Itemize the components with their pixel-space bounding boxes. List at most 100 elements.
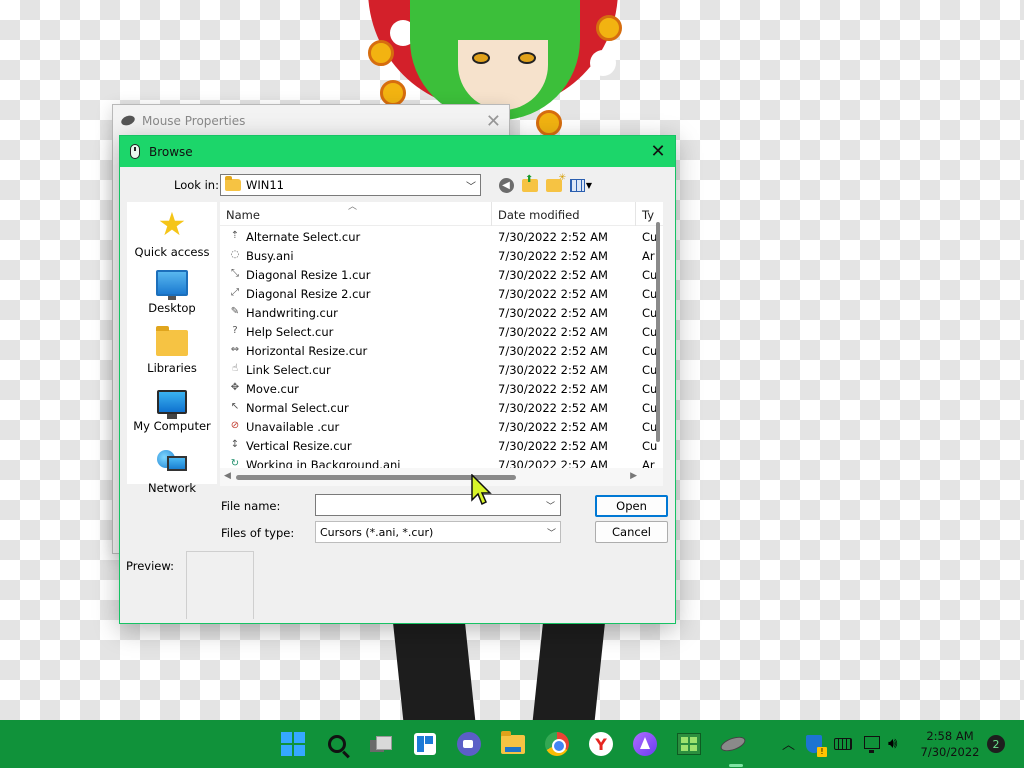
file-date: 7/30/2022 2:52 AM — [498, 230, 608, 244]
look-in-label: Look in: — [174, 178, 219, 192]
file-row[interactable]: ⊘ Unavailable .cur 7/30/2022 2:52 AM Cu — [220, 417, 663, 436]
task-view-button[interactable] — [367, 730, 395, 758]
list-header: ︿ Name Date modified Ty — [220, 202, 663, 226]
file-date: 7/30/2022 2:52 AM — [498, 325, 608, 339]
keyboard-icon[interactable] — [834, 738, 852, 750]
file-row[interactable]: ◌ Busy.ani 7/30/2022 2:52 AM Ar — [220, 246, 663, 265]
chrome-icon — [545, 732, 569, 756]
view-menu-button[interactable]: ▼ — [568, 175, 594, 195]
file-row[interactable]: ⤢ Diagonal Resize 2.cur 7/30/2022 2:52 AM C… — [220, 284, 663, 303]
libraries-icon — [156, 326, 188, 356]
look-in-value: WIN11 — [246, 178, 284, 192]
cancel-button[interactable]: Cancel — [595, 521, 668, 543]
active-app-indicator — [729, 764, 743, 767]
file-row[interactable]: ✎ Handwriting.cur 7/30/2022 2:52 AM Cu — [220, 303, 663, 322]
search-button[interactable] — [323, 730, 351, 758]
scroll-left-icon[interactable]: ◀ — [224, 471, 231, 481]
cursor-file-icon: ↕ — [230, 439, 240, 450]
chevron-down-icon: ﹀ — [546, 529, 556, 539]
widgets-button[interactable] — [411, 730, 439, 758]
look-in-row: Look in: WIN11 ﹀ ◀ ▼ — [120, 173, 675, 197]
file-date: 7/30/2022 2:52 AM — [498, 363, 608, 377]
close-icon[interactable]: ✕ — [486, 111, 501, 132]
cursor-file-icon: ◌ — [230, 249, 240, 260]
windows-app-button[interactable] — [675, 730, 703, 758]
system-clock[interactable]: 2:58 AM 7/30/2022 — [918, 728, 982, 760]
yandex-browser-button[interactable]: Y — [587, 730, 615, 758]
up-one-level-button[interactable] — [520, 174, 540, 195]
place-libraries[interactable]: Libraries — [127, 326, 217, 375]
place-label: Desktop — [148, 301, 196, 315]
folder-up-icon — [522, 174, 538, 192]
close-button[interactable]: ✕ — [641, 136, 675, 167]
cursor-file-icon: ✎ — [230, 306, 240, 317]
alice-assistant-button[interactable] — [631, 730, 659, 758]
look-in-dropdown[interactable]: WIN11 ﹀ — [220, 174, 481, 196]
file-date: 7/30/2022 2:52 AM — [498, 382, 608, 396]
preview-box — [186, 551, 254, 619]
column-divider[interactable] — [491, 202, 492, 226]
place-desktop[interactable]: Desktop — [127, 266, 217, 315]
column-header-type[interactable]: Ty — [642, 208, 654, 222]
file-row[interactable]: ✥ Move.cur 7/30/2022 2:52 AM Cu — [220, 379, 663, 398]
sort-ascending-icon: ︿ — [348, 202, 358, 212]
file-name: Link Select.cur — [246, 363, 331, 377]
place-label: Quick access — [134, 245, 210, 259]
mouse-properties-titlebar[interactable]: Mouse Properties ✕ — [113, 105, 509, 136]
file-explorer-icon — [501, 730, 525, 754]
file-row[interactable]: ⤡ Diagonal Resize 1.cur 7/30/2022 2:52 AM C… — [220, 265, 663, 284]
file-date: 7/30/2022 2:52 AM — [498, 287, 608, 301]
file-explorer-button[interactable] — [499, 730, 527, 758]
file-name-input[interactable] — [315, 494, 561, 516]
scroll-right-icon[interactable]: ▶ — [630, 471, 637, 481]
file-name: Move.cur — [246, 382, 299, 396]
notification-badge[interactable]: 2 — [987, 735, 1005, 753]
place-network[interactable]: Network — [127, 446, 217, 495]
dialog-title: Browse — [149, 144, 193, 159]
column-header-date[interactable]: Date modified — [498, 208, 580, 222]
wallpaper-dot — [590, 50, 616, 76]
navigation-toolbar: ◀ ▼ — [496, 173, 594, 195]
place-label: Network — [147, 481, 197, 495]
new-folder-button[interactable] — [544, 173, 566, 195]
files-of-type-dropdown[interactable]: Cursors (*.ani, *.cur) ﹀ — [315, 521, 561, 543]
chevron-up-icon[interactable]: ︿ — [782, 734, 795, 753]
windows-logo-icon — [677, 733, 701, 755]
column-header-name[interactable]: Name — [226, 208, 260, 222]
volume-icon[interactable]: 🔊︎ — [888, 734, 897, 752]
horizontal-scrollbar[interactable]: ◀ ▶ — [220, 468, 663, 486]
network-icon — [157, 450, 187, 476]
file-row[interactable]: ⇡ Alternate Select.cur 7/30/2022 2:52 AM Cu — [220, 227, 663, 246]
vertical-scrollbar[interactable] — [656, 222, 660, 442]
chat-button[interactable] — [455, 730, 483, 758]
wallpaper-leg — [532, 620, 606, 720]
file-name: Help Select.cur — [246, 325, 334, 339]
file-row[interactable]: ⇔ Horizontal Resize.cur 7/30/2022 2:52 AM C… — [220, 341, 663, 360]
file-date: 7/30/2022 2:52 AM — [498, 439, 608, 453]
wallpaper-eye — [472, 52, 490, 64]
taskbar: Y ︿ 🔊︎ 2:58 AM 7/30/2022 2 — [0, 720, 1024, 768]
chrome-button[interactable] — [543, 730, 571, 758]
file-name: Alternate Select.cur — [246, 230, 361, 244]
mouse-pointer-icon — [471, 474, 492, 506]
place-quick-access[interactable]: ★ Quick access — [127, 208, 217, 259]
place-my-computer[interactable]: My Computer — [127, 386, 217, 433]
file-list: ︿ Name Date modified Ty ⇡ Alternate Selec… — [220, 202, 663, 486]
security-warning-icon[interactable] — [806, 735, 827, 757]
file-row[interactable]: ↕ Vertical Resize.cur 7/30/2022 2:52 AM Cu — [220, 436, 663, 455]
view-details-icon — [569, 178, 585, 192]
back-button[interactable]: ◀ — [496, 175, 516, 195]
video-chat-icon — [457, 732, 481, 756]
column-divider[interactable] — [635, 202, 636, 226]
file-row[interactable]: ↖ Normal Select.cur 7/30/2022 2:52 AM Cu — [220, 398, 663, 417]
browse-titlebar[interactable]: Browse ✕ — [120, 136, 675, 167]
start-button[interactable] — [279, 730, 307, 758]
network-status-icon[interactable] — [864, 736, 880, 753]
mouse-properties-taskbar-button[interactable] — [718, 730, 748, 758]
file-row[interactable]: ? Help Select.cur 7/30/2022 2:52 AM Cu — [220, 322, 663, 341]
cursor-file-icon: ↖ — [230, 401, 240, 412]
open-button[interactable]: Open — [595, 495, 668, 517]
desktop-icon — [156, 270, 188, 300]
cursor-file-icon: ? — [232, 325, 238, 336]
file-row[interactable]: ☝ Link Select.cur 7/30/2022 2:52 AM Cu — [220, 360, 663, 379]
